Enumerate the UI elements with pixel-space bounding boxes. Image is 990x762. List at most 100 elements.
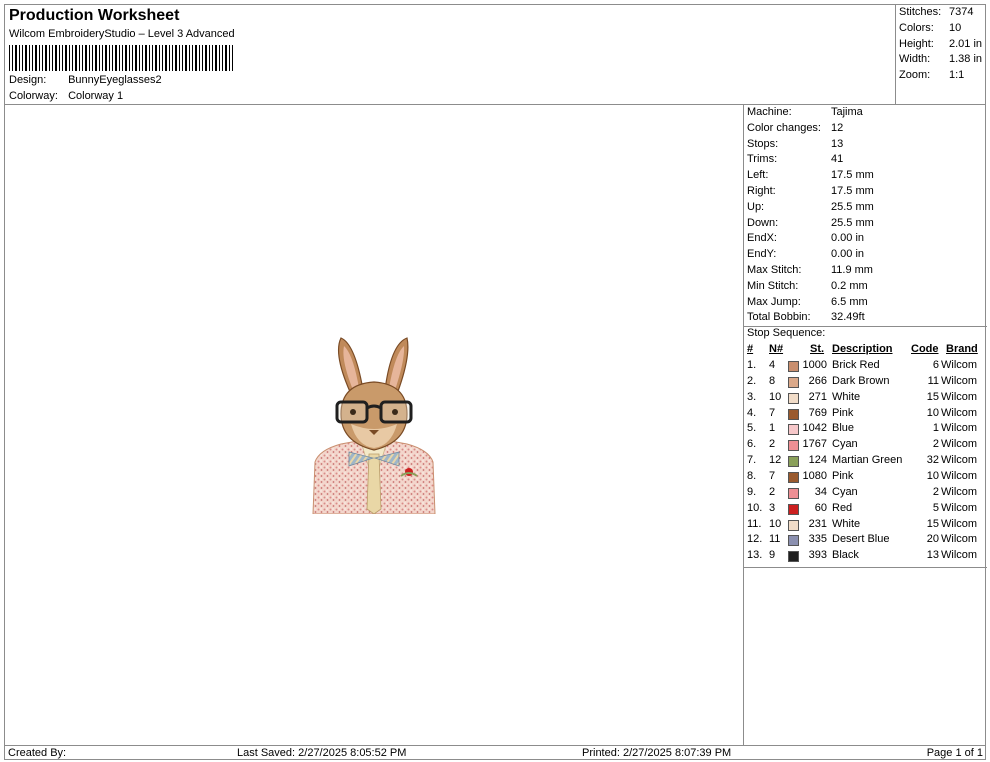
- info-value: 12: [831, 122, 844, 134]
- info-label: Max Stitch:: [747, 264, 802, 276]
- info-value: 17.5 mm: [831, 169, 874, 181]
- row-code: 11: [927, 374, 939, 387]
- stat-width: Width: 1.38 in: [899, 53, 982, 65]
- row-code: 13: [926, 549, 939, 562]
- info-max-jump: Max Jump: 6.5 mm: [747, 296, 868, 308]
- info-value: 0.00 in: [831, 248, 865, 260]
- row-stitches: 266: [808, 374, 827, 387]
- worksheet-header: Production Worksheet Wilcom EmbroiderySt…: [5, 5, 895, 105]
- row-stitches: 1000: [802, 359, 827, 371]
- barcode-image: [9, 45, 233, 71]
- machine-info-panel: Machine: Tajima Color changes: 12 Stops: 13…: [743, 105, 987, 745]
- stop-sequence-title: Stop Sequence:: [747, 327, 826, 339]
- table-row: 7. 12 124 Martian Green 32 Wilcom: [744, 454, 987, 470]
- row-code: 32: [926, 454, 939, 467]
- color-swatch: [788, 361, 799, 372]
- table-row: 5. 1 1042 Blue 1 Wilcom: [744, 422, 987, 438]
- row-stitches: 769: [808, 406, 827, 419]
- bunny-embroidery-image: [312, 337, 436, 514]
- production-worksheet: Production Worksheet Wilcom EmbroiderySt…: [4, 4, 987, 760]
- info-value: 25.5 mm: [831, 217, 874, 229]
- row-number: 5.: [747, 422, 757, 435]
- design-name: BunnyEyeglasses2: [68, 74, 162, 86]
- col-header-stitches: St.: [810, 343, 825, 355]
- row-stitches: 393: [808, 549, 827, 562]
- info-value: 6.5 mm: [831, 296, 868, 308]
- row-number: 3.: [747, 390, 757, 403]
- color-swatch: [788, 535, 799, 547]
- worksheet-footer: Created By: Last Saved: 2/27/2025 8:05:5…: [5, 745, 986, 760]
- design-canvas: [5, 105, 743, 745]
- stat-label: Zoom:: [899, 69, 931, 81]
- table-row: 4. 7 769 Pink 10 Wilcom: [744, 407, 987, 423]
- table-row: 1. 4 1000 Brick Red 6 Wilcom: [744, 359, 987, 375]
- color-swatch: [788, 408, 799, 420]
- row-stitches: 34: [814, 485, 827, 498]
- row-description: Black: [832, 549, 859, 562]
- row-needle: 9: [769, 549, 776, 562]
- row-code: 15: [926, 517, 939, 530]
- row-needle: 1: [769, 422, 776, 435]
- color-swatch: [788, 487, 799, 499]
- row-description: White: [832, 390, 861, 403]
- stat-colors: Colors: 10: [899, 22, 961, 34]
- row-stitches: 1767: [802, 438, 827, 451]
- row-needle: 2: [769, 438, 776, 451]
- row-brand: Wilcom: [941, 533, 978, 546]
- row-needle: 2: [769, 485, 776, 498]
- info-value: 17.5 mm: [831, 185, 874, 197]
- color-swatch: [788, 503, 799, 515]
- info-value: 0.2 mm: [831, 280, 868, 292]
- info-left: Left: 17.5 mm: [747, 169, 874, 181]
- stat-value: 7374: [949, 6, 974, 18]
- col-header-code: Code: [911, 343, 939, 355]
- table-row: 6. 2 1767 Cyan 2 Wilcom: [744, 438, 987, 454]
- info-total-bobbin: Total Bobbin: 32.49ft: [747, 311, 865, 323]
- row-description: Pink: [832, 406, 854, 419]
- row-description: White: [832, 517, 861, 530]
- table-row: 10. 3 60 Red 5 Wilcom: [744, 502, 987, 518]
- row-stitches: 1042: [802, 422, 827, 435]
- row-number: 4.: [747, 406, 757, 419]
- table-row: 3. 10 271 White 15 Wilcom: [744, 391, 987, 407]
- info-value: 25.5 mm: [831, 201, 874, 213]
- info-label: Stops:: [747, 138, 779, 150]
- row-number: 10.: [747, 501, 763, 514]
- table-row: 9. 2 34 Cyan 2 Wilcom: [744, 486, 987, 502]
- row-brand: Wilcom: [941, 374, 978, 387]
- row-stitches: 124: [808, 454, 827, 467]
- info-label: Trims:: [747, 153, 778, 165]
- row-needle: 7: [769, 469, 776, 482]
- row-code: 6: [932, 359, 939, 371]
- stat-zoom: Zoom: 1:1: [899, 69, 964, 81]
- stat-label: Stitches:: [899, 6, 942, 18]
- stat-stitches: Stitches: 7374: [899, 6, 973, 18]
- design-stats: Stitches: 7374 Colors: 10 Height: 2.01 in W…: [895, 5, 986, 105]
- info-right: Right: 17.5 mm: [747, 185, 874, 197]
- design-row: Design: BunnyEyeglasses2: [9, 74, 162, 86]
- row-brand: Wilcom: [941, 517, 978, 530]
- row-needle: 8: [769, 374, 776, 387]
- info-down: Down: 25.5 mm: [747, 217, 874, 229]
- row-brand: Wilcom: [941, 469, 978, 482]
- row-number: 13.: [747, 549, 763, 562]
- col-header-brand: Brand: [946, 343, 978, 355]
- color-swatch: [788, 519, 799, 531]
- info-label: Min Stitch:: [747, 280, 799, 292]
- color-swatch: [788, 456, 799, 468]
- row-needle: 11: [769, 533, 781, 546]
- row-number: 1.: [747, 359, 757, 371]
- info-max-stitch: Max Stitch: 11.9 mm: [747, 264, 873, 276]
- row-needle: 7: [769, 406, 776, 419]
- color-swatch: [788, 471, 799, 483]
- info-label: Down:: [747, 217, 779, 229]
- row-description: Dark Brown: [832, 374, 890, 387]
- col-header-num: #: [747, 343, 754, 355]
- row-code: 1: [932, 422, 939, 435]
- stat-height: Height: 2.01 in: [899, 38, 982, 50]
- table-row: 8. 7 1080 Pink 10 Wilcom: [744, 470, 987, 486]
- design-label: Design:: [9, 74, 47, 86]
- row-number: 2.: [747, 374, 757, 387]
- color-swatch: [788, 440, 799, 452]
- info-value: 32.49ft: [831, 311, 865, 323]
